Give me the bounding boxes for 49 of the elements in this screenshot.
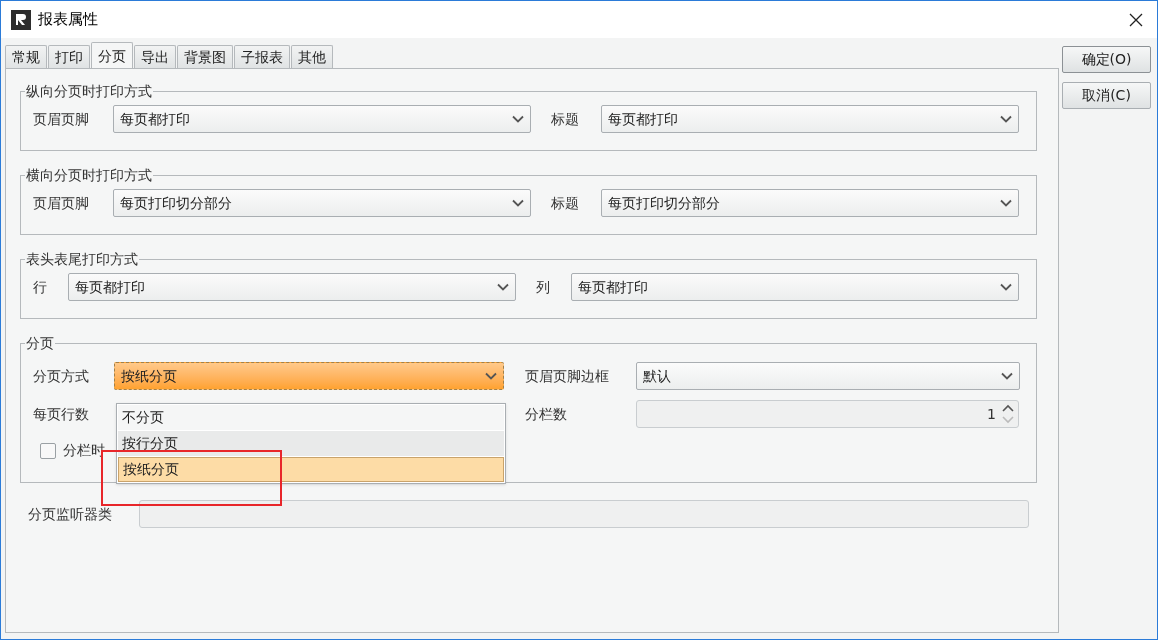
dropdown[interactable]: 每页都打印	[113, 105, 531, 133]
field-label: 标题	[551, 193, 580, 213]
tab[interactable]: 分页	[91, 42, 133, 68]
chevron-down-icon	[512, 115, 524, 123]
group-title: 横向分页时打印方式	[25, 166, 153, 185]
tab[interactable]: 导出	[134, 45, 176, 68]
window-title: 报表属性	[38, 9, 98, 31]
tab[interactable]: 其他	[291, 45, 333, 68]
chevron-down-icon	[1000, 115, 1012, 123]
number-field[interactable]: 1	[636, 400, 1019, 428]
dropdown-option[interactable]: 不分页	[118, 405, 504, 430]
field-label: 每页行数	[33, 404, 90, 424]
group-title: 分页	[25, 334, 55, 353]
field-label: 分页监听器类	[28, 504, 113, 524]
dropdown-option[interactable]: 按行分页	[118, 431, 504, 456]
chevron-down-icon	[485, 372, 497, 380]
dropdown[interactable]: 每页都打印	[68, 273, 516, 301]
tab[interactable]: 子报表	[234, 45, 290, 68]
field-label: 分页方式	[33, 366, 90, 386]
dropdown[interactable]: 默认	[636, 362, 1020, 390]
dropdown[interactable]: 每页打印切分部分	[601, 189, 1019, 217]
cancel-button[interactable]: 取消(C)	[1062, 82, 1151, 109]
tab[interactable]: 打印	[48, 45, 90, 68]
field-label: 页眉页脚	[33, 109, 90, 129]
group-title: 表头表尾打印方式	[25, 250, 139, 269]
dropdown[interactable]: 按纸分页	[114, 362, 504, 390]
chevron-down-icon	[1000, 283, 1012, 291]
field-label: 页眉页脚边框	[525, 366, 610, 386]
field-label: 列	[536, 277, 551, 297]
group-title: 纵向分页时打印方式	[25, 82, 153, 101]
checkbox[interactable]	[40, 442, 56, 459]
chevron-down-icon	[512, 199, 524, 207]
text-field[interactable]	[139, 500, 1029, 528]
dropdown[interactable]: 每页都打印	[601, 105, 1019, 133]
field-label: 标题	[551, 109, 580, 129]
dropdown[interactable]: 每页都打印	[571, 273, 1019, 301]
tab[interactable]: 常规	[5, 45, 47, 68]
field-label: 页眉页脚	[33, 193, 90, 213]
chevron-down-icon	[497, 283, 509, 291]
app-logo-icon	[11, 9, 31, 30]
chevron-down-icon	[1000, 199, 1012, 207]
ok-button[interactable]: 确定(O)	[1062, 46, 1151, 73]
dropdown[interactable]: 每页打印切分部分	[113, 189, 531, 217]
close-icon[interactable]	[1129, 12, 1143, 27]
dropdown-option[interactable]: 按纸分页	[118, 457, 504, 482]
tab[interactable]: 背景图	[177, 45, 233, 68]
field-label: 行	[33, 277, 48, 297]
chevron-down-icon	[1001, 372, 1013, 380]
field-label: 分栏数	[525, 404, 568, 424]
